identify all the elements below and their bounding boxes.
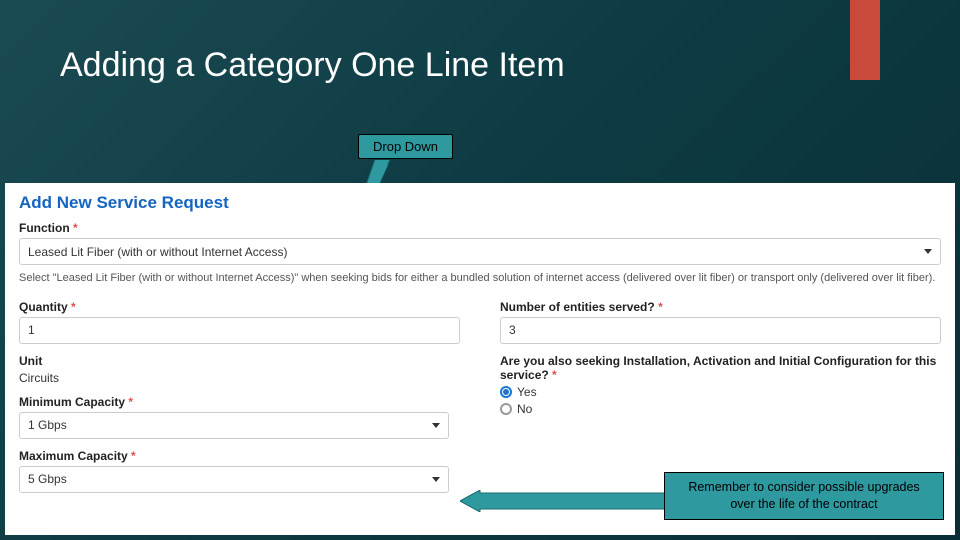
- min-capacity-value: 1 Gbps: [28, 418, 67, 432]
- unit-value: Circuits: [19, 371, 460, 385]
- quantity-input[interactable]: 1: [19, 317, 460, 344]
- slide-title: Adding a Category One Line Item: [60, 46, 565, 85]
- callout-dropdown: Drop Down: [358, 134, 453, 159]
- function-select[interactable]: Leased Lit Fiber (with or without Intern…: [19, 238, 941, 265]
- radio-no-label: No: [517, 402, 532, 416]
- min-capacity-label: Minimum Capacity *: [19, 395, 460, 409]
- installation-label: Are you also seeking Installation, Activ…: [500, 354, 941, 382]
- max-capacity-value: 5 Gbps: [28, 472, 67, 486]
- min-capacity-select[interactable]: 1 Gbps: [19, 412, 449, 439]
- chevron-down-icon: [432, 477, 440, 482]
- function-value: Leased Lit Fiber (with or without Intern…: [28, 245, 287, 259]
- radio-yes[interactable]: Yes: [500, 385, 941, 399]
- radio-yes-label: Yes: [517, 385, 537, 399]
- entities-input[interactable]: 3: [500, 317, 941, 344]
- callout-upgrades: Remember to consider possible upgrades o…: [664, 472, 944, 520]
- accent-bar: [850, 0, 880, 80]
- function-hint: Select "Leased Lit Fiber (with or withou…: [19, 271, 941, 286]
- quantity-value: 1: [28, 323, 35, 337]
- radio-icon: [500, 403, 512, 415]
- radio-no[interactable]: No: [500, 402, 941, 416]
- form-title: Add New Service Request: [19, 193, 941, 213]
- entities-label: Number of entities served? *: [500, 300, 941, 314]
- max-capacity-label: Maximum Capacity *: [19, 449, 460, 463]
- function-label: Function *: [19, 221, 941, 235]
- entities-value: 3: [509, 323, 516, 337]
- chevron-down-icon: [432, 423, 440, 428]
- max-capacity-select[interactable]: 5 Gbps: [19, 466, 449, 493]
- unit-label: Unit: [19, 354, 460, 368]
- quantity-label: Quantity *: [19, 300, 460, 314]
- radio-icon: [500, 386, 512, 398]
- chevron-down-icon: [924, 249, 932, 254]
